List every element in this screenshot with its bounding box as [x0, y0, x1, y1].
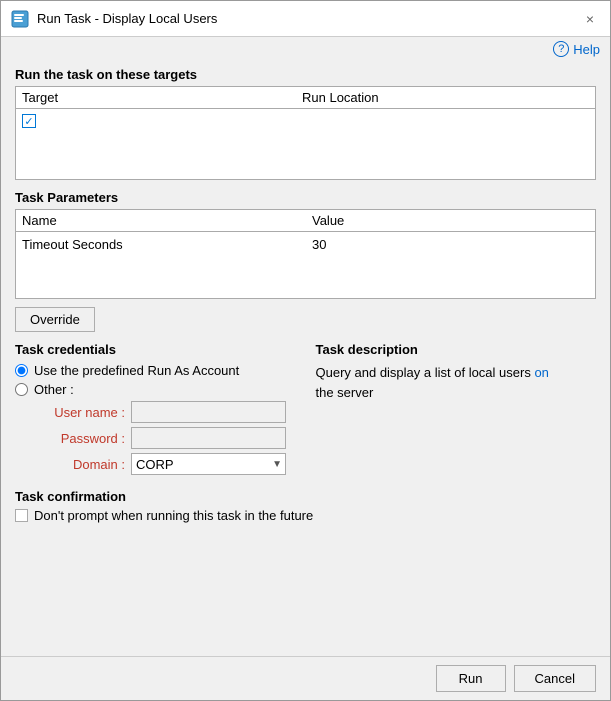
params-table-body: Timeout Seconds 30 — [16, 232, 595, 292]
description-text: Query and display a list of local users … — [316, 363, 597, 402]
radio-other-label: Other : — [34, 382, 74, 397]
task-confirmation-section: Task confirmation Don't prompt when runn… — [15, 489, 596, 523]
confirmation-checkbox[interactable] — [15, 509, 28, 522]
domain-row: Domain : CORP ▼ — [35, 453, 296, 475]
param-value-cell: 30 — [312, 237, 589, 252]
help-label: Help — [573, 42, 600, 57]
table-row: Timeout Seconds 30 — [22, 236, 589, 253]
run-button[interactable]: Run — [436, 665, 506, 692]
confirmation-title: Task confirmation — [15, 489, 596, 504]
footer-buttons: Run Cancel — [1, 656, 610, 700]
radio-predefined-label: Use the predefined Run As Account — [34, 363, 239, 378]
username-row: User name : — [35, 401, 296, 423]
override-button[interactable]: Override — [15, 307, 95, 332]
description-section: Task description Query and display a lis… — [316, 342, 597, 479]
targets-col-run-location: Run Location — [302, 90, 589, 105]
params-col-value: Value — [312, 213, 589, 228]
username-input[interactable] — [131, 401, 286, 423]
main-window: Run Task - Display Local Users × ? Help … — [0, 0, 611, 701]
param-name-cell: Timeout Seconds — [22, 237, 312, 252]
radio-predefined[interactable] — [15, 364, 28, 377]
description-highlight: on — [534, 365, 548, 380]
credentials-section: Task credentials Use the predefined Run … — [15, 342, 296, 479]
credential-fields: User name : Password : Domain : CORP — [35, 401, 296, 475]
window-title: Run Task - Display Local Users — [37, 11, 217, 26]
help-circle-icon: ? — [553, 41, 569, 57]
domain-select[interactable]: CORP — [131, 453, 286, 475]
params-section-label: Task Parameters — [15, 190, 596, 205]
domain-select-wrapper: CORP ▼ — [131, 453, 286, 475]
params-table-header: Name Value — [16, 210, 595, 232]
params-col-name: Name — [22, 213, 312, 228]
description-title: Task description — [316, 342, 597, 357]
help-link[interactable]: ? Help — [553, 41, 600, 57]
task-icon — [11, 10, 29, 28]
title-bar: Run Task - Display Local Users × — [1, 1, 610, 37]
title-bar-left: Run Task - Display Local Users — [11, 10, 217, 28]
cancel-button[interactable]: Cancel — [514, 665, 596, 692]
password-row: Password : — [35, 427, 296, 449]
close-button[interactable]: × — [580, 9, 600, 29]
targets-table-body — [16, 109, 595, 179]
table-row — [22, 113, 589, 129]
task-params-section: Task Parameters Name Value Timeout Secon… — [15, 190, 596, 299]
main-content: Run the task on these targets Target Run… — [1, 61, 610, 656]
target-checkbox-cell — [22, 114, 302, 128]
targets-section-label: Run the task on these targets — [15, 67, 596, 82]
targets-table-header: Target Run Location — [16, 87, 595, 109]
radio-run-as-account-row: Use the predefined Run As Account — [15, 363, 296, 378]
help-bar: ? Help — [1, 37, 610, 61]
targets-table: Target Run Location — [15, 86, 596, 180]
two-col-section: Task credentials Use the predefined Run … — [15, 342, 596, 479]
radio-other-row: Other : — [15, 382, 296, 397]
confirmation-row: Don't prompt when running this task in t… — [15, 508, 596, 523]
confirmation-label: Don't prompt when running this task in t… — [34, 508, 313, 523]
password-label: Password : — [35, 431, 125, 446]
domain-label: Domain : — [35, 457, 125, 472]
target-checkbox[interactable] — [22, 114, 36, 128]
targets-col-target: Target — [22, 90, 302, 105]
password-input[interactable] — [131, 427, 286, 449]
params-table: Name Value Timeout Seconds 30 — [15, 209, 596, 299]
radio-other[interactable] — [15, 383, 28, 396]
username-label: User name : — [35, 405, 125, 420]
override-section: Override — [15, 307, 596, 332]
credentials-title: Task credentials — [15, 342, 296, 357]
